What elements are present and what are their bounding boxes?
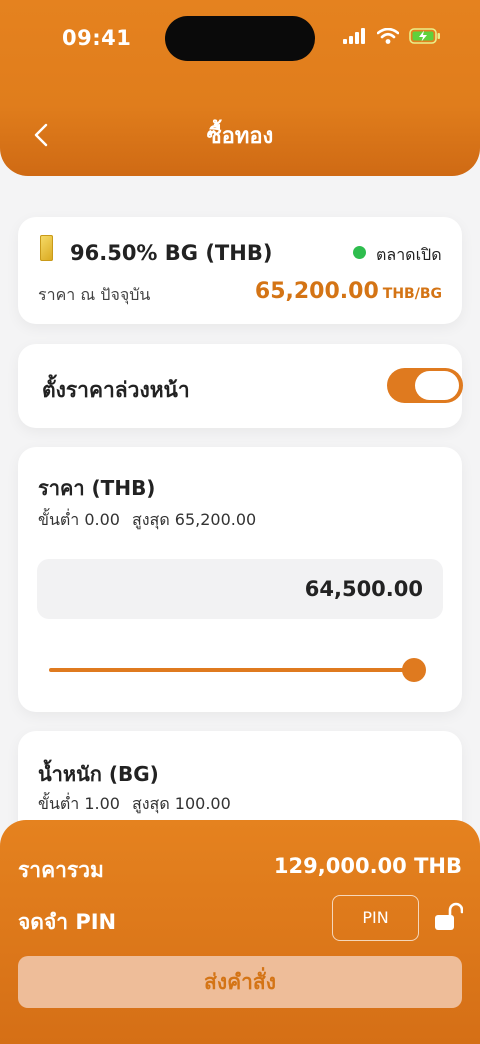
status-icons [343,28,441,44]
pin-button[interactable]: PIN [332,895,419,941]
current-price-value: 65,200.00 [254,279,379,304]
market-status-dot [353,246,366,259]
price-field-card: ราคา (THB) ขั้นต่ำ 0.00 สูงสุด 65,200.00 … [18,447,462,712]
price-max-label: สูงสุด 65,200.00 [131,510,257,529]
gold-bar-icon [40,235,53,261]
weight-field-range: ขั้นต่ำ 1.00 สูงสุด 100.00 [38,792,231,817]
weight-max-label: สูงสุด 100.00 [131,794,231,813]
page-title: ซื้อทอง [206,124,274,149]
status-time: 09:41 [62,26,132,50]
wifi-icon [377,28,399,44]
price-field-title: ราคา (THB) [38,476,156,500]
preset-price-card: ตั้งราคาล่วงหน้า [18,344,463,428]
dynamic-island [165,16,315,61]
current-price: 65,200.00 THB/BG [255,279,442,304]
market-status: ตลาดเปิด [376,245,442,264]
current-price-label: ราคา ณ ปัจจุบัน [38,285,151,304]
product-name: 96.50% BG (THB) [70,241,273,265]
battery-charging-icon [409,28,440,44]
preset-price-label: ตั้งราคาล่วงหน้า [42,378,190,402]
submit-order-button[interactable]: ส่งคำสั่ง [18,956,462,1008]
order-summary-panel: ราคารวม 129,000.00 THB จดจำ PIN PIN ส่งค… [0,820,480,1044]
signal-icon [343,28,365,44]
weight-field-title: น้ำหนัก (BG) [38,762,159,786]
price-min-label: ขั้นต่ำ 0.00 [38,510,120,529]
total-price-label: ราคารวม [18,858,104,882]
current-price-unit: THB/BG [382,286,442,302]
app-header: 09:41 ซื้อทอง [0,0,480,176]
price-field-range: ขั้นต่ำ 0.00 สูงสุด 65,200.00 [38,508,256,533]
total-price-value: 129,000.00 THB [273,854,462,878]
preset-price-toggle[interactable] [387,368,463,403]
product-card: 96.50% BG (THB) ตลาดเปิด ราคา ณ ปัจจุบัน… [18,217,462,324]
unlock-icon[interactable] [433,902,463,932]
weight-min-label: ขั้นต่ำ 1.00 [38,794,120,813]
price-input[interactable]: 64,500.00 [37,559,443,619]
price-slider-thumb[interactable] [402,658,426,682]
remember-pin-label: จดจำ PIN [18,910,117,934]
toggle-knob [415,371,459,400]
price-slider-track[interactable] [49,668,424,672]
